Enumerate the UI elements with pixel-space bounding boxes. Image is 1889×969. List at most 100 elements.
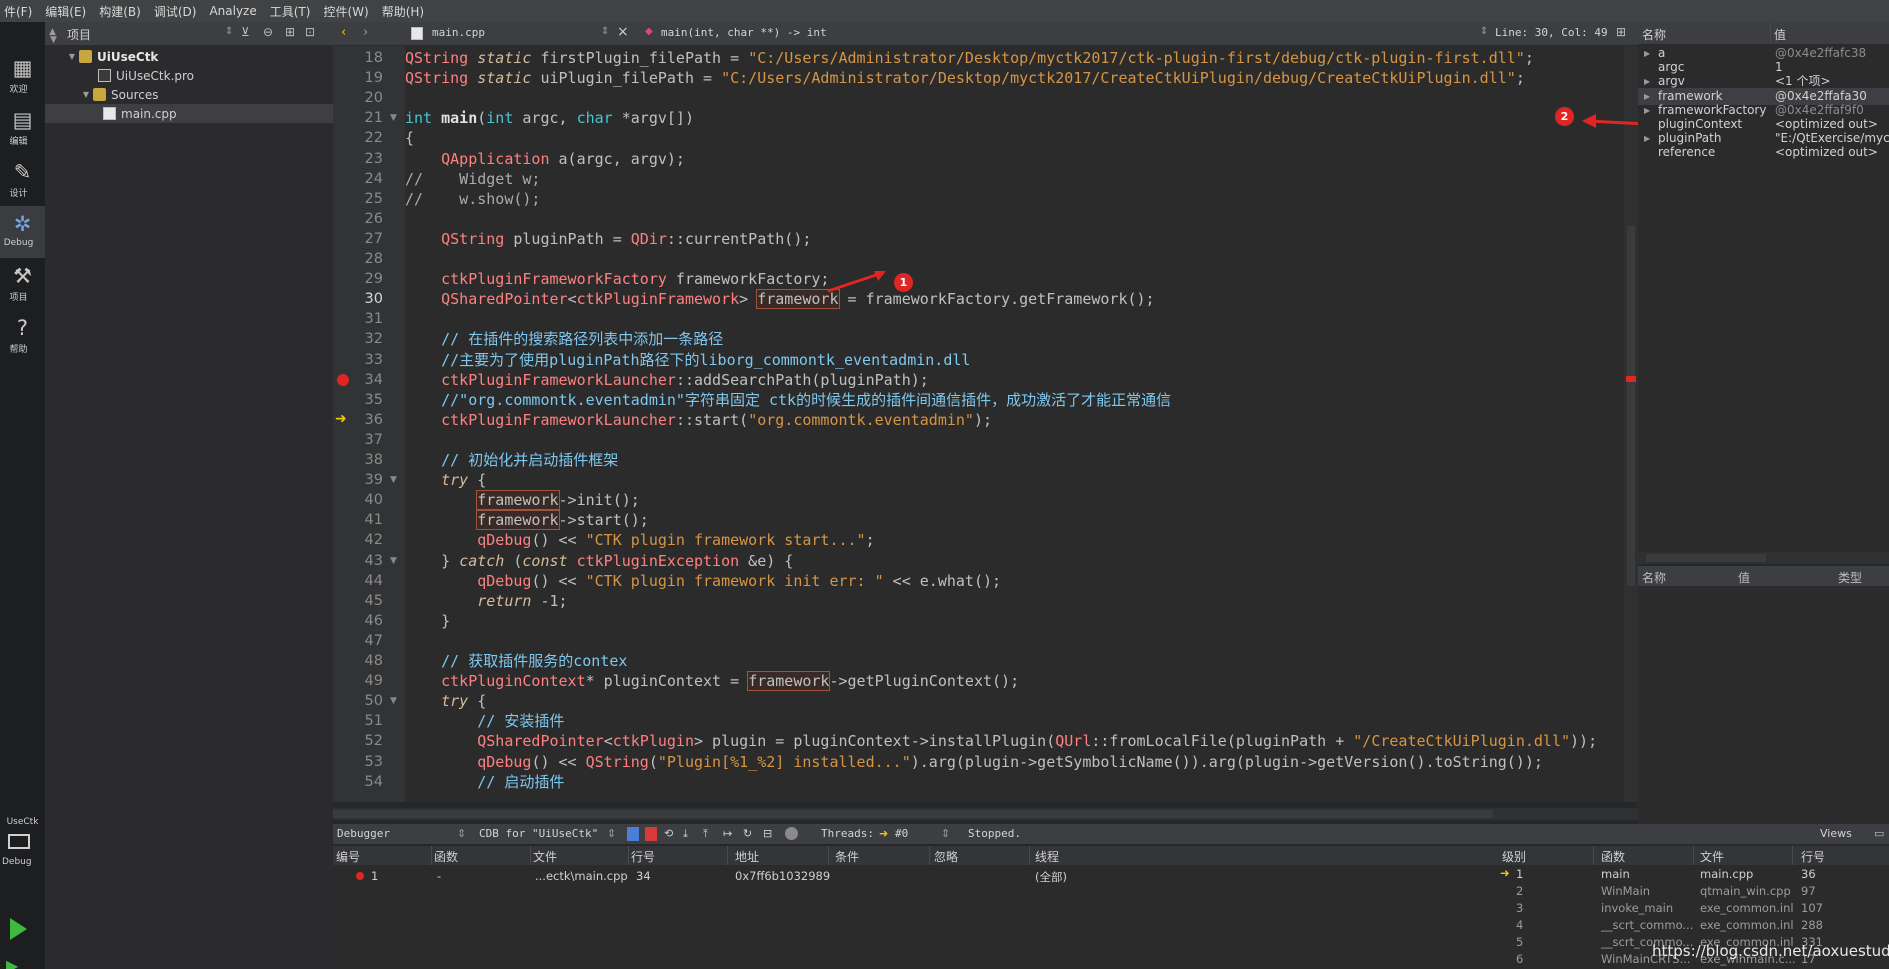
stack-header-level[interactable]: 级别 bbox=[1502, 848, 1526, 865]
step-over-icon[interactable]: ⟲ bbox=[664, 827, 673, 844]
restart-icon[interactable]: ↻ bbox=[743, 827, 752, 844]
watch-name-header[interactable]: 名称 bbox=[1642, 569, 1666, 586]
combo-arrow-icon[interactable]: ⇕ bbox=[1480, 26, 1488, 37]
back-icon[interactable]: ‹ bbox=[341, 25, 346, 40]
panel-icon[interactable]: ▭ bbox=[1874, 827, 1884, 844]
scrollbar-thumb[interactable] bbox=[333, 810, 1493, 818]
menu-analyze[interactable]: Analyze bbox=[209, 4, 256, 18]
menu-build[interactable]: 构建(B) bbox=[99, 3, 141, 20]
code-line[interactable]: QSharedPointer<ctkPlugin> plugin = plugi… bbox=[405, 731, 1615, 751]
code-line[interactable]: try { bbox=[405, 691, 1615, 711]
stack-row[interactable]: 4 __scrt_commo... exe_common.inl 288 bbox=[1498, 917, 1889, 934]
code-line[interactable]: ctkPluginFrameworkLauncher::addSearchPat… bbox=[405, 370, 1615, 390]
line-number[interactable]: 34 bbox=[343, 370, 383, 390]
record-icon[interactable] bbox=[785, 827, 798, 840]
stack-header-function[interactable]: 函数 bbox=[1601, 848, 1625, 865]
line-number[interactable]: 48 bbox=[343, 651, 383, 671]
combo-arrow-icon[interactable]: ⇕ bbox=[607, 827, 616, 844]
code-editor[interactable]: 18 19 20 21 ▼ 22 23 24 25 26 27 28 29 30 31 32 33 34 35 36 ➜… bbox=[333, 46, 1638, 820]
scrollbar-thumb[interactable] bbox=[1627, 226, 1635, 586]
mode-welcome[interactable]: ▦ 欢迎 bbox=[0, 50, 45, 102]
code-line[interactable]: // 获取插件服务的contex bbox=[405, 651, 1615, 671]
tree-item-pro[interactable]: UiUseCtk.pro bbox=[45, 66, 333, 85]
mode-edit[interactable]: ▤ 编辑 bbox=[0, 102, 45, 154]
tree-item-sources[interactable]: ▼ Sources bbox=[45, 85, 333, 104]
code-line[interactable]: } catch (const ctkPluginException &e) { bbox=[405, 551, 1615, 571]
forward-icon[interactable]: › bbox=[363, 25, 368, 40]
fold-chevron-icon[interactable]: ▼ bbox=[390, 113, 397, 123]
combo-arrow-icon[interactable]: ⇕ bbox=[941, 827, 950, 844]
line-number[interactable]: 33 bbox=[343, 350, 383, 370]
mode-design[interactable]: ✎ 设计 bbox=[0, 154, 45, 206]
code-line[interactable]: // 初始化并启动插件框架 bbox=[405, 450, 1615, 470]
line-number[interactable]: 26 bbox=[343, 209, 383, 229]
thread-combo[interactable]: #0 bbox=[895, 827, 908, 844]
code-line[interactable] bbox=[405, 309, 1615, 329]
vertical-scrollbar[interactable] bbox=[1624, 46, 1638, 802]
bp-header-function[interactable]: 函数 bbox=[434, 848, 458, 865]
code-line[interactable]: // 安装插件 bbox=[405, 711, 1615, 731]
breakpoint-icon[interactable] bbox=[337, 373, 349, 386]
code-line[interactable]: qDebug() << QString("Plugin[%1_%2] insta… bbox=[405, 752, 1615, 772]
line-number[interactable]: 25 bbox=[343, 189, 383, 209]
line-number[interactable]: 27 bbox=[343, 229, 383, 249]
line-number[interactable]: 28 bbox=[343, 249, 383, 269]
locals-hscroll[interactable] bbox=[1638, 552, 1889, 564]
cursor-position[interactable]: Line: 30, Col: 49 bbox=[1495, 26, 1608, 39]
line-number[interactable]: 50 bbox=[343, 691, 383, 711]
fold-chevron-icon[interactable]: ▼ bbox=[390, 556, 397, 566]
mode-help[interactable]: ? 帮助 bbox=[0, 310, 45, 362]
bp-header-ignore[interactable]: 忽略 bbox=[934, 848, 958, 865]
code-line[interactable]: QString pluginPath = QDir::currentPath()… bbox=[405, 229, 1615, 249]
step-out-icon[interactable]: ⤒ bbox=[703, 827, 708, 844]
line-number[interactable]: 49 bbox=[343, 671, 383, 691]
split-icon[interactable]: ⊞ bbox=[285, 25, 295, 39]
line-number[interactable]: 39 bbox=[343, 470, 383, 490]
code-line[interactable] bbox=[405, 631, 1615, 651]
bp-header-address[interactable]: 地址 bbox=[735, 848, 759, 865]
code-line[interactable]: QSharedPointer<ctkPluginFramework> frame… bbox=[405, 289, 1615, 310]
line-number[interactable]: 20 bbox=[343, 88, 383, 108]
file-tab[interactable]: main.cpp bbox=[432, 26, 485, 39]
line-number[interactable]: 35 bbox=[343, 390, 383, 410]
split-editor-icon[interactable]: ⊞ bbox=[1616, 25, 1626, 39]
code-line[interactable]: framework->start(); bbox=[405, 510, 1615, 531]
line-number[interactable]: 43 bbox=[343, 551, 383, 571]
code-line[interactable]: QString static firstPlugin_filePath = "C… bbox=[405, 48, 1615, 68]
line-number[interactable]: 23 bbox=[343, 149, 383, 169]
menu-edit[interactable]: 编辑(E) bbox=[45, 3, 86, 20]
menu-file[interactable]: 件(F) bbox=[4, 3, 32, 20]
tree-item-project[interactable]: ▼ UiUseCtk bbox=[45, 47, 333, 66]
code-line[interactable] bbox=[405, 209, 1615, 229]
line-number[interactable]: 42 bbox=[343, 530, 383, 550]
line-number[interactable]: 36 bbox=[343, 410, 383, 430]
line-number[interactable]: 51 bbox=[343, 711, 383, 731]
breakpoint-row[interactable]: 1 - ...ectk\main.cpp 34 0x7ff6b1032989 (… bbox=[333, 868, 1498, 886]
line-number[interactable]: 30 bbox=[343, 289, 383, 309]
menu-help[interactable]: 帮助(H) bbox=[382, 3, 424, 20]
menu-controls[interactable]: 控件(W) bbox=[323, 3, 368, 20]
code-line[interactable]: { bbox=[405, 128, 1615, 148]
scrollbar-thumb[interactable] bbox=[1646, 554, 1766, 562]
link-icon[interactable]: ⊖ bbox=[263, 25, 273, 39]
stack-header-line[interactable]: 行号 bbox=[1801, 848, 1825, 865]
watch-value-header[interactable]: 值 bbox=[1738, 569, 1750, 586]
mode-debug[interactable]: ✲ Debug bbox=[0, 206, 45, 258]
line-number[interactable]: 24 bbox=[343, 169, 383, 189]
fold-chevron-icon[interactable]: ▼ bbox=[390, 475, 397, 485]
code-line[interactable]: qDebug() << "CTK plugin framework start.… bbox=[405, 530, 1615, 550]
line-number[interactable]: 47 bbox=[343, 631, 383, 651]
stack-header-file[interactable]: 文件 bbox=[1700, 848, 1724, 865]
line-number[interactable]: 45 bbox=[343, 591, 383, 611]
run-icon[interactable] bbox=[10, 918, 27, 940]
filter-icon[interactable]: ⊻ bbox=[241, 25, 250, 39]
line-number-gutter[interactable]: 18 19 20 21 ▼ 22 23 24 25 26 27 28 29 30 31 32 33 34 35 36 ➜… bbox=[333, 46, 405, 802]
code-line[interactable]: framework->init(); bbox=[405, 490, 1615, 511]
line-number[interactable]: 21 bbox=[343, 108, 383, 128]
line-number[interactable]: 54 bbox=[343, 772, 383, 792]
code-line[interactable]: int main(int argc, char *argv[]) bbox=[405, 108, 1615, 128]
line-number[interactable]: 38 bbox=[343, 450, 383, 470]
line-number[interactable]: 37 bbox=[343, 430, 383, 450]
step-into-icon[interactable]: ⤓ bbox=[683, 827, 688, 844]
chevron-down-icon[interactable]: ▼ bbox=[65, 52, 79, 61]
